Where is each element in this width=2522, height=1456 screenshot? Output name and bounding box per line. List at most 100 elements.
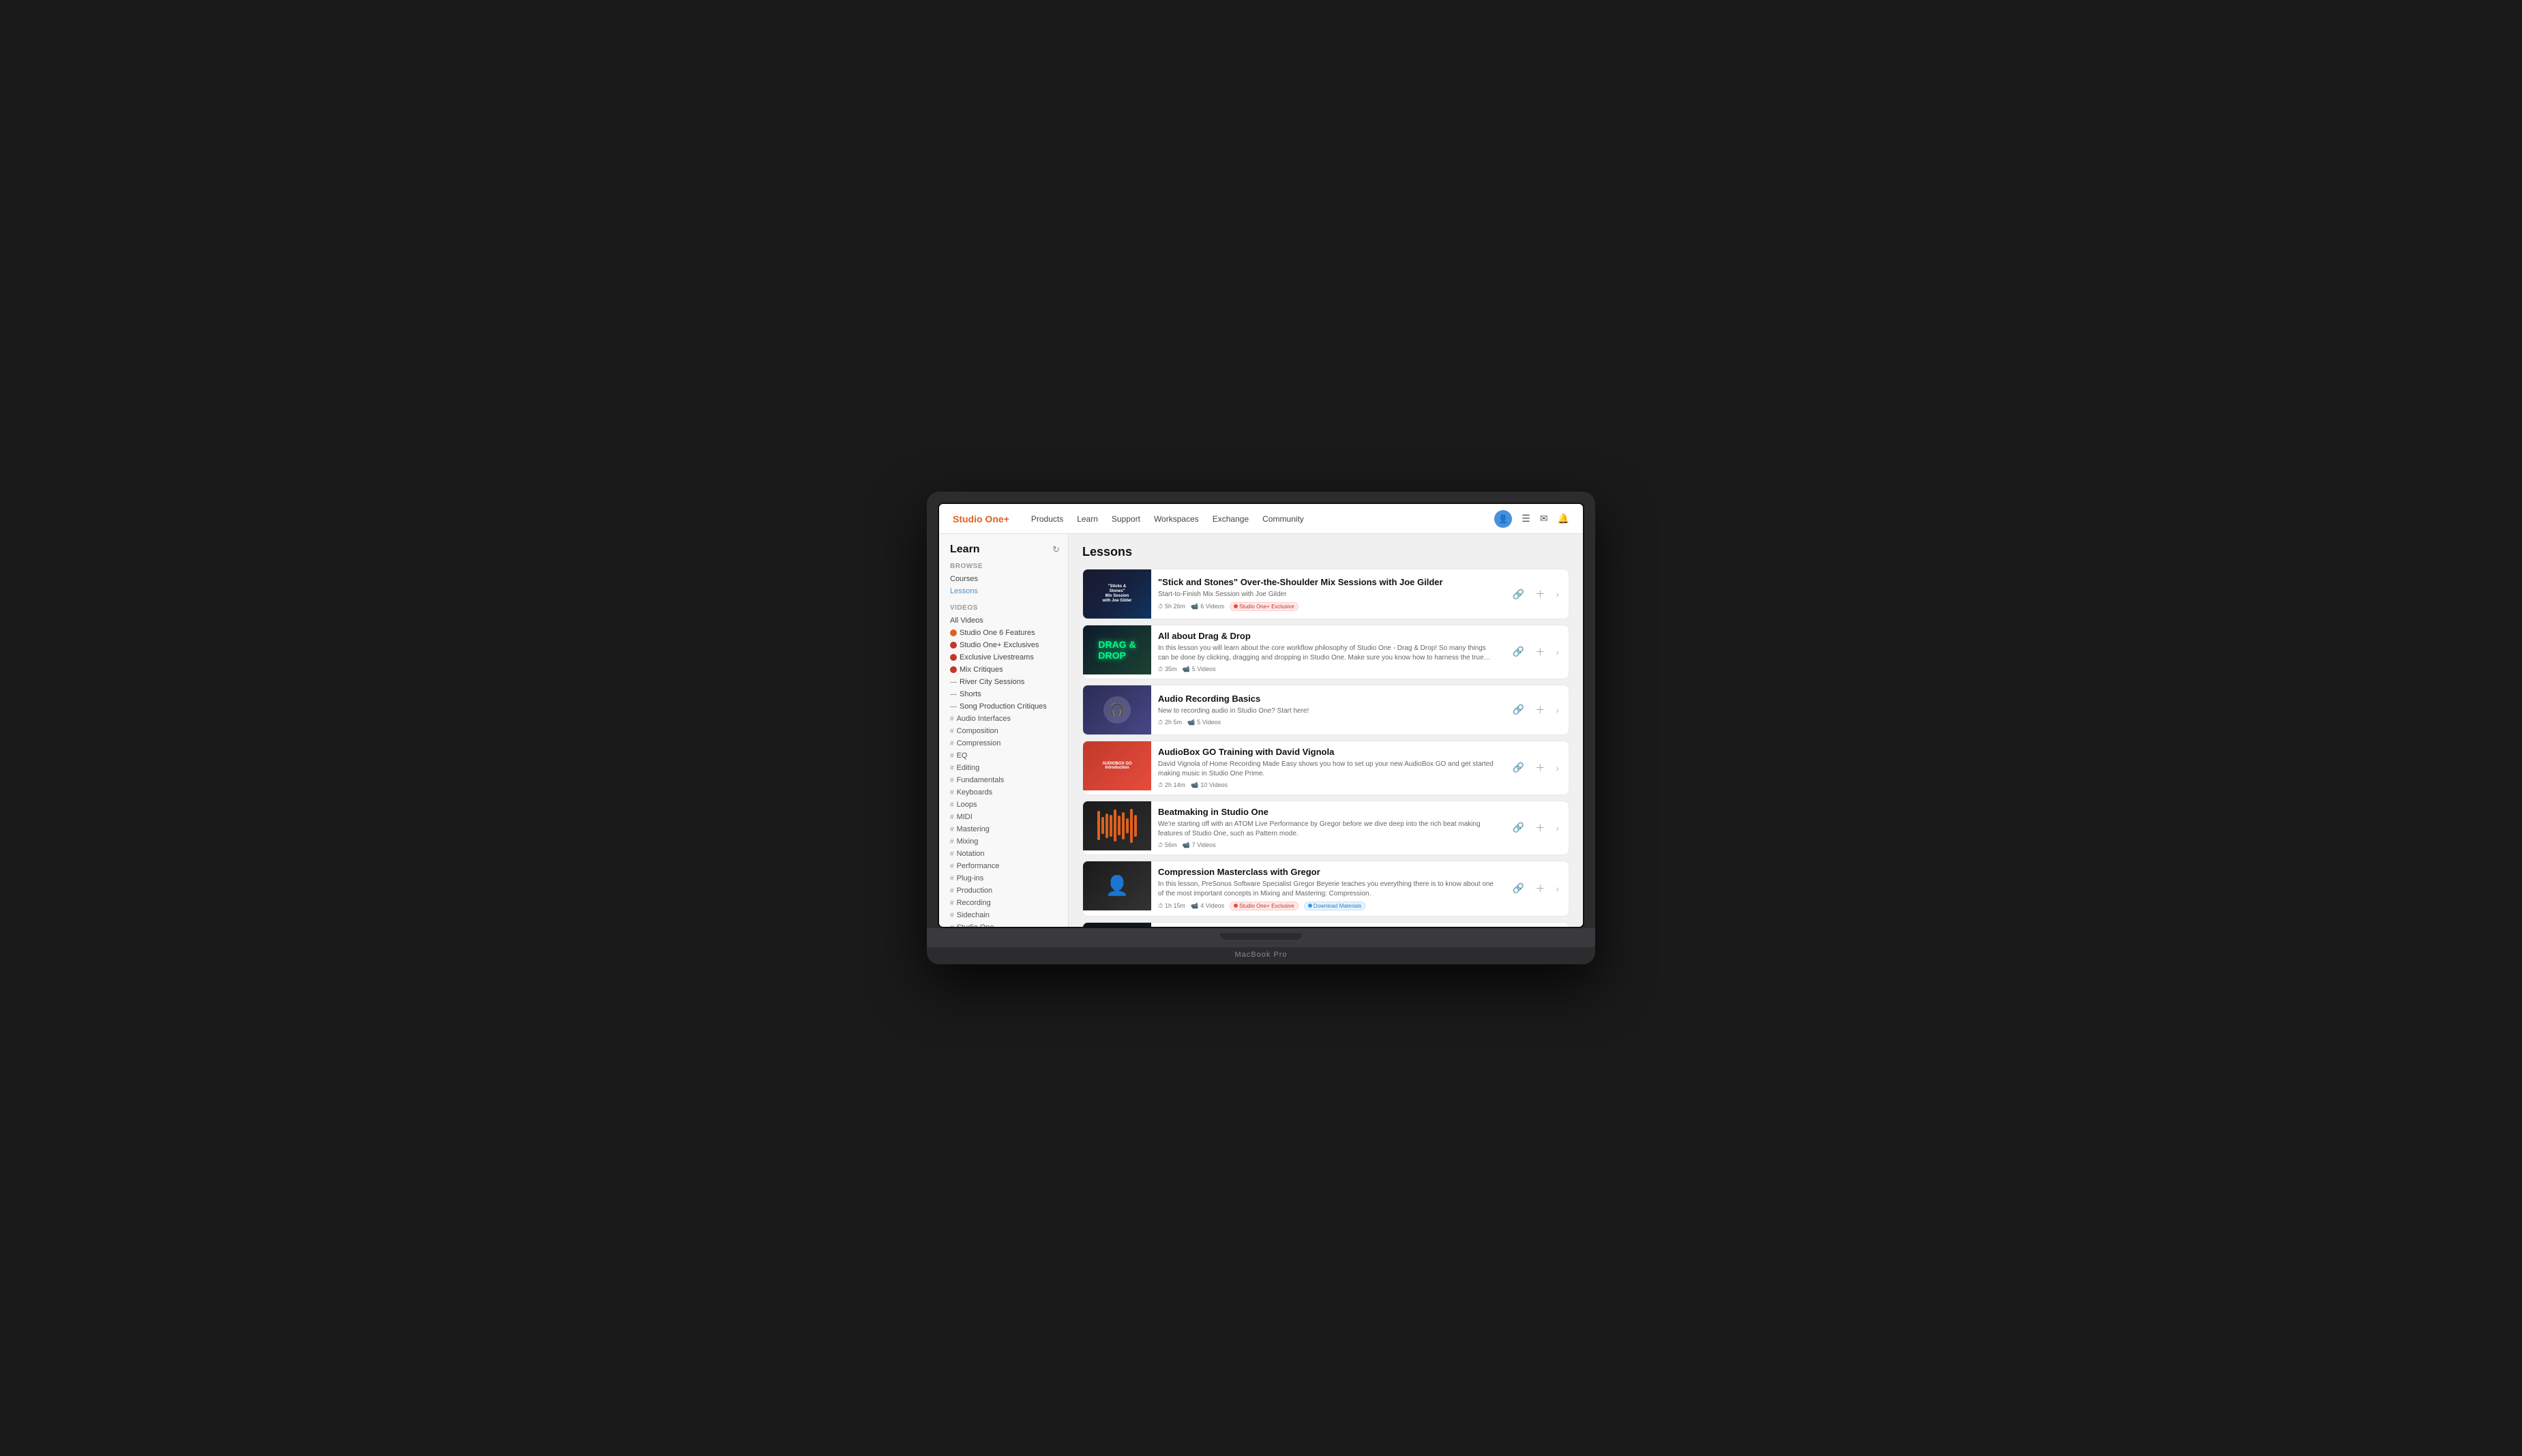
lesson-card: 🎧 Audio Recording Basics New to recordin… xyxy=(1082,685,1569,735)
sidebar-item-tag-recording[interactable]: #Recording xyxy=(950,897,1068,909)
sidebar-item-tag-editing[interactable]: #Editing xyxy=(950,762,1068,774)
lesson-title: All about Drag & Drop xyxy=(1158,631,1496,642)
lesson-card: DRAG &DROP All about Drag & Drop In this… xyxy=(1082,625,1569,679)
nav-community[interactable]: Community xyxy=(1262,514,1304,524)
lesson-title: AudioBox GO Training with David Vignola xyxy=(1158,747,1496,758)
sidebar-item-tag-loops[interactable]: #Loops xyxy=(950,799,1068,811)
add-button[interactable]: ＋ xyxy=(1532,818,1547,837)
sidebar-item-tag-mastering[interactable]: #Mastering xyxy=(950,823,1068,835)
sidebar-item-s16-features[interactable]: Studio One 6 Features xyxy=(950,627,1068,639)
browse-section-label: Browse xyxy=(950,563,1068,570)
chevron-right-button[interactable]: › xyxy=(1553,880,1562,897)
content-area: Lessons "Sticks &Stones"Mix Sessionwith … xyxy=(1069,534,1583,927)
menu-icon[interactable]: ☰ xyxy=(1522,513,1530,524)
sidebar-item-all-videos[interactable]: All Videos xyxy=(950,614,1068,627)
sidebar-item-river-city[interactable]: — River City Sessions xyxy=(950,676,1068,688)
nav-support[interactable]: Support xyxy=(1112,514,1140,524)
lesson-videos: 📹 4 Videos xyxy=(1191,902,1224,910)
lesson-meta: ⏱ 1h 15m 📹 4 Videos Studio One+ Exclusiv… xyxy=(1158,902,1496,910)
link-button[interactable]: 🔗 xyxy=(1510,701,1527,718)
link-button[interactable]: 🔗 xyxy=(1510,586,1527,603)
sidebar-item-shorts[interactable]: — Shorts xyxy=(950,688,1068,700)
sidebar-item-song-production[interactable]: — Song Production Critiques xyxy=(950,700,1068,713)
lesson-videos: 📹 5 Videos xyxy=(1183,666,1216,673)
lesson-duration: ⏱ 35m xyxy=(1158,666,1177,673)
chevron-right-button[interactable]: › xyxy=(1553,586,1562,602)
sidebar-item-tag-performance[interactable]: #Performance xyxy=(950,860,1068,872)
sidebar-item-tag-plug-ins[interactable]: #Plug-ins xyxy=(950,872,1068,885)
user-avatar[interactable]: 👤 xyxy=(1494,510,1512,528)
nav-learn[interactable]: Learn xyxy=(1077,514,1098,524)
mail-icon[interactable]: ✉ xyxy=(1540,513,1548,524)
add-button[interactable]: ＋ xyxy=(1532,584,1547,604)
video-icon: 📹 xyxy=(1183,666,1190,673)
sidebar-title: Learn xyxy=(950,544,980,556)
add-button[interactable]: ＋ xyxy=(1532,700,1547,719)
lesson-card: AUDIOBOX GOIntroduction AudioBox GO Trai… xyxy=(1082,741,1569,795)
lesson-description: In this lesson, PreSonus Software Specia… xyxy=(1158,880,1496,899)
chevron-right-button[interactable]: › xyxy=(1553,644,1562,660)
bell-icon[interactable]: 🔔 xyxy=(1558,513,1569,524)
laptop-notch xyxy=(1220,933,1302,940)
lesson-videos: 📹 5 Videos xyxy=(1187,719,1221,726)
hashtag-list: #Audio Interfaces#Composition#Compressio… xyxy=(950,713,1068,927)
sidebar-item-tag-eq[interactable]: #EQ xyxy=(950,749,1068,762)
screen: Studio One+ Products Learn Support Works… xyxy=(938,503,1584,928)
lesson-title: Beatmaking in Studio One xyxy=(1158,807,1496,818)
sidebar-item-exclusives[interactable]: Studio One+ Exclusives xyxy=(950,639,1068,651)
logo-text: Studio One+ xyxy=(953,514,1009,524)
sidebar-item-mix-critiques[interactable]: Mix Critiques xyxy=(950,664,1068,676)
download-dot xyxy=(1308,904,1312,908)
logo[interactable]: Studio One+ xyxy=(953,514,1009,524)
nav-exchange[interactable]: Exchange xyxy=(1213,514,1249,524)
video-icon: 📹 xyxy=(1187,719,1195,726)
dot-red3 xyxy=(950,666,957,673)
sidebar-item-tag-studio-one[interactable]: #Studio One xyxy=(950,921,1068,927)
sidebar-item-tag-midi[interactable]: #MIDI xyxy=(950,811,1068,823)
lesson-videos: 📹 10 Videos xyxy=(1191,782,1228,789)
nav-products[interactable]: Products xyxy=(1031,514,1063,524)
sidebar-item-tag-notation[interactable]: #Notation xyxy=(950,848,1068,860)
add-button[interactable]: ＋ xyxy=(1532,879,1547,898)
video-icon: 📹 xyxy=(1191,782,1198,789)
chevron-right-button[interactable]: › xyxy=(1553,702,1562,718)
lesson-actions: 🔗 ＋ › xyxy=(1503,861,1569,916)
lesson-info: AudioBox GO Training with David Vignola … xyxy=(1151,741,1503,794)
sidebar-item-tag-composition[interactable]: #Composition xyxy=(950,725,1068,737)
lesson-thumbnail: 👤 xyxy=(1083,861,1151,910)
add-button[interactable]: ＋ xyxy=(1532,642,1547,662)
lesson-meta: ⏱ 5h 26m 📹 6 Videos Studio One+ Exclusiv… xyxy=(1158,602,1496,611)
link-button[interactable]: 🔗 xyxy=(1510,880,1527,897)
lesson-duration: ⏱ 56m xyxy=(1158,842,1177,849)
lesson-duration: ⏱ 2h 5m xyxy=(1158,719,1182,726)
download-badge[interactable]: Download Materials xyxy=(1304,902,1365,910)
sidebar-item-tag-mixing[interactable]: #Mixing xyxy=(950,835,1068,848)
lesson-info: Audio Recording Basics New to recording … xyxy=(1151,685,1503,734)
sidebar-item-tag-audio-interfaces[interactable]: #Audio Interfaces xyxy=(950,713,1068,725)
add-button[interactable]: ＋ xyxy=(1532,758,1547,777)
sidebar-item-tag-fundamentals[interactable]: #Fundamentals xyxy=(950,774,1068,786)
laptop-frame: Studio One+ Products Learn Support Works… xyxy=(927,492,1595,964)
lesson-title: Audio Recording Basics xyxy=(1158,694,1496,705)
lesson-card: "Sticks &Stones"Mix Sessionwith Joe Gild… xyxy=(1082,569,1569,619)
lesson-title: Compression Masterclass with Gregor xyxy=(1158,867,1496,878)
sidebar-item-livestreams[interactable]: Exclusive Livestreams xyxy=(950,651,1068,664)
link-button[interactable]: 🔗 xyxy=(1510,759,1527,776)
chevron-right-button[interactable]: › xyxy=(1553,820,1562,836)
clock-icon: ⏱ xyxy=(1158,603,1163,610)
nav-links: Products Learn Support Workspaces Exchan… xyxy=(1031,514,1304,524)
sidebar-item-tag-compression[interactable]: #Compression xyxy=(950,737,1068,749)
refresh-icon[interactable]: ↻ xyxy=(1052,544,1060,555)
sidebar-item-tag-keyboards[interactable]: #Keyboards xyxy=(950,786,1068,799)
exclusive-dot xyxy=(1234,904,1238,908)
link-button[interactable]: 🔗 xyxy=(1510,819,1527,836)
sidebar-item-lessons[interactable]: Lessons xyxy=(950,585,1068,597)
nav-workspaces[interactable]: Workspaces xyxy=(1154,514,1199,524)
chevron-right-button[interactable]: › xyxy=(1553,760,1562,776)
sidebar-item-tag-production[interactable]: #Production xyxy=(950,885,1068,897)
link-button[interactable]: 🔗 xyxy=(1510,643,1527,660)
sidebar-item-tag-sidechain[interactable]: #Sidechain xyxy=(950,909,1068,921)
sidebar-item-courses[interactable]: Courses xyxy=(950,573,1068,585)
nav-right: 👤 ☰ ✉ 🔔 xyxy=(1494,510,1569,528)
clock-icon: ⏱ xyxy=(1158,842,1163,849)
